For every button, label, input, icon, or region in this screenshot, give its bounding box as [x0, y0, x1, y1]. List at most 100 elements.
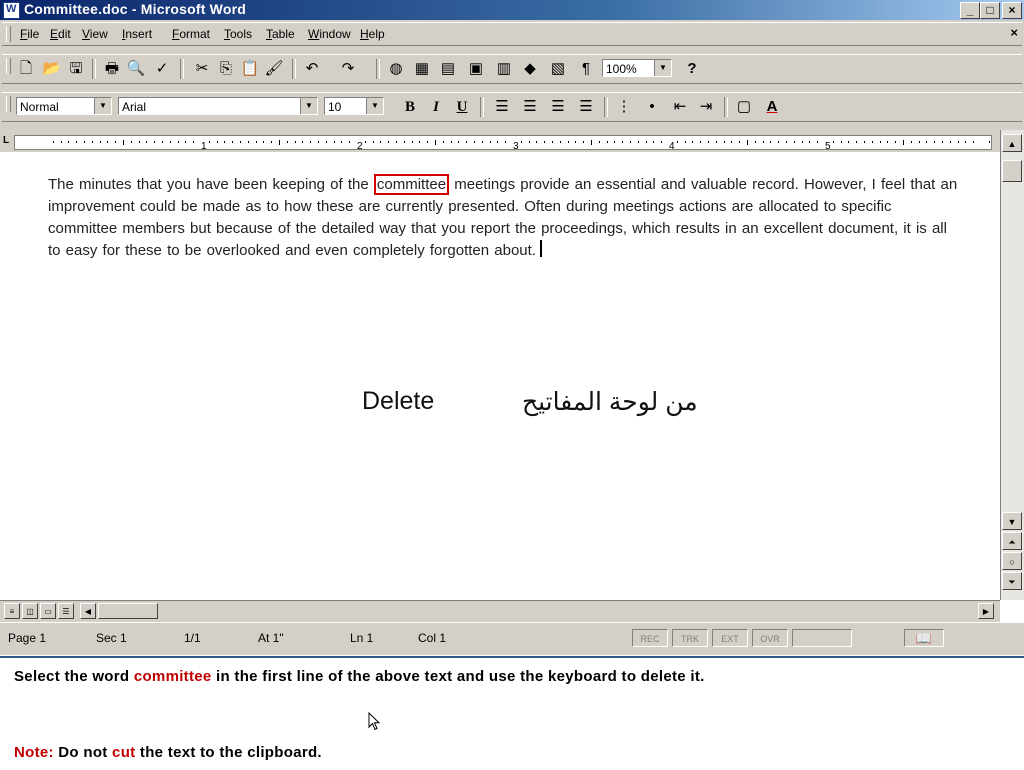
horizontal-scroll-thumb[interactable]: [98, 603, 158, 619]
columns-icon[interactable]: ▥: [494, 59, 514, 79]
close-button[interactable]: ×: [1002, 2, 1022, 19]
ruler-tick: [91, 141, 93, 143]
ruler-tick: [926, 141, 928, 143]
next-page-icon[interactable]: ⏷: [1002, 572, 1022, 590]
toolbar-grip[interactable]: [6, 96, 11, 112]
spelling-status-icon[interactable]: 📖: [904, 629, 944, 647]
mode-ovr[interactable]: OVR: [752, 629, 788, 647]
highlighted-word[interactable]: committee: [373, 174, 450, 195]
align-center-icon[interactable]: ☰: [520, 97, 540, 117]
font-color-icon[interactable]: A: [762, 97, 782, 117]
new-icon[interactable]: 🗋: [16, 59, 36, 79]
ruler-tick: [419, 141, 421, 143]
ruler-tick: [372, 141, 374, 143]
word-app-icon[interactable]: [3, 2, 20, 19]
ruler-tick: [598, 141, 600, 143]
insert-table-icon[interactable]: ▤: [438, 59, 458, 79]
chevron-down-icon[interactable]: ▼: [94, 98, 111, 114]
paste-icon[interactable]: 📋: [240, 59, 260, 79]
show-hide-icon[interactable]: ¶: [576, 59, 596, 79]
menu-tools[interactable]: Tools: [224, 27, 252, 41]
increase-indent-icon[interactable]: ⇥: [696, 97, 716, 117]
ruler-tick: [84, 141, 85, 143]
open-icon[interactable]: 📂: [42, 59, 62, 79]
chevron-down-icon[interactable]: ▼: [300, 98, 317, 114]
toolbar-grip[interactable]: [6, 58, 11, 74]
document-close-button[interactable]: ×: [1010, 25, 1018, 40]
numbering-icon[interactable]: ⋮: [614, 97, 634, 117]
previous-page-icon[interactable]: ⏶: [1002, 532, 1022, 550]
maximize-button[interactable]: □: [980, 2, 1000, 19]
help-icon[interactable]: ?: [682, 59, 702, 79]
cut-icon[interactable]: ✂: [192, 59, 212, 79]
scroll-up-icon[interactable]: ▲: [1002, 134, 1022, 152]
horizontal-scrollbar[interactable]: ≡ ◫ ▭ ☰ ◀ ▶: [0, 600, 1000, 623]
zoom-combo[interactable]: 100% ▼: [602, 59, 672, 77]
undo-icon[interactable]: ↶: [302, 59, 322, 79]
document-paragraph[interactable]: The minutes that you have been keeping o…: [48, 174, 960, 262]
mode-trk[interactable]: TRK: [672, 629, 708, 647]
mode-ext[interactable]: EXT: [712, 629, 748, 647]
mode-rec[interactable]: REC: [632, 629, 668, 647]
justify-icon[interactable]: ☰: [576, 97, 596, 117]
normal-view-icon[interactable]: ≡: [4, 603, 20, 619]
chevron-down-icon[interactable]: ▼: [366, 98, 383, 114]
ruler-tick: [676, 141, 678, 143]
tab-selector-icon[interactable]: L: [3, 135, 9, 146]
border-icon[interactable]: ▢: [734, 97, 754, 117]
tables-borders-icon[interactable]: ▦: [412, 59, 432, 79]
underline-button[interactable]: U: [452, 97, 472, 117]
align-left-icon[interactable]: ☰: [492, 97, 512, 117]
chevron-down-icon[interactable]: ▼: [654, 60, 671, 76]
menu-help[interactable]: Help: [360, 27, 385, 41]
scroll-thumb[interactable]: [1002, 160, 1022, 182]
menu-grip[interactable]: [6, 26, 11, 42]
minimize-button[interactable]: _: [960, 2, 980, 19]
font-size-combo[interactable]: 10 ▼: [324, 97, 384, 115]
bold-button[interactable]: B: [400, 97, 420, 117]
print-preview-icon[interactable]: 🔍: [126, 59, 146, 79]
print-icon[interactable]: 🖶: [102, 59, 122, 79]
save-icon[interactable]: 🖫: [66, 59, 86, 79]
insert-excel-icon[interactable]: ▣: [466, 59, 486, 79]
outline-view-icon[interactable]: ☰: [58, 603, 74, 619]
scroll-down-icon[interactable]: ▼: [1002, 512, 1022, 530]
menu-window[interactable]: Window: [308, 27, 351, 41]
decrease-indent-icon[interactable]: ⇤: [670, 97, 690, 117]
menu-view[interactable]: View: [82, 27, 108, 41]
format-painter-icon[interactable]: 🖌: [264, 59, 284, 79]
menu-format[interactable]: Format: [172, 27, 210, 41]
vertical-scrollbar[interactable]: ▲ ▼ ⏶ ○ ⏷: [1000, 130, 1024, 600]
menu-table[interactable]: Table: [266, 27, 295, 41]
scroll-left-icon[interactable]: ◀: [80, 603, 96, 619]
ruler-tick: [544, 141, 546, 143]
ruler-tick: [520, 141, 522, 143]
italic-button[interactable]: I: [426, 97, 446, 117]
menu-edit[interactable]: Edit: [50, 27, 71, 41]
document-map-icon[interactable]: ▧: [548, 59, 568, 79]
select-browse-object-icon[interactable]: ○: [1002, 552, 1022, 570]
document-area[interactable]: The minutes that you have been keeping o…: [0, 152, 1000, 600]
scroll-right-icon[interactable]: ▶: [978, 603, 994, 619]
menu-file[interactable]: File: [20, 27, 39, 41]
align-right-icon[interactable]: ☰: [548, 97, 568, 117]
web-toolbar-icon[interactable]: ◍: [386, 59, 406, 79]
style-combo[interactable]: Normal ▼: [16, 97, 112, 115]
ruler-tick: [887, 141, 889, 143]
ruler-tick: [614, 141, 616, 143]
print-layout-view-icon[interactable]: ▭: [40, 603, 56, 619]
ruler-tick: [232, 141, 234, 143]
horizontal-ruler[interactable]: L 1 2 3 4 5: [0, 130, 1002, 153]
ruler-tick: [310, 141, 312, 143]
menu-insert[interactable]: Insert: [122, 27, 152, 41]
spelling-icon[interactable]: ✓: [152, 59, 172, 79]
copy-icon[interactable]: ⎘: [216, 59, 236, 79]
drawing-icon[interactable]: ◆: [520, 59, 540, 79]
ruler-number: 5: [825, 141, 831, 152]
document-text[interactable]: The minutes that you have been keeping o…: [48, 176, 374, 193]
font-combo[interactable]: Arial ▼: [118, 97, 318, 115]
redo-icon[interactable]: ↷: [338, 59, 358, 79]
delete-key-label: Delete: [362, 387, 435, 415]
bullets-icon[interactable]: •: [642, 97, 662, 117]
web-layout-view-icon[interactable]: ◫: [22, 603, 38, 619]
